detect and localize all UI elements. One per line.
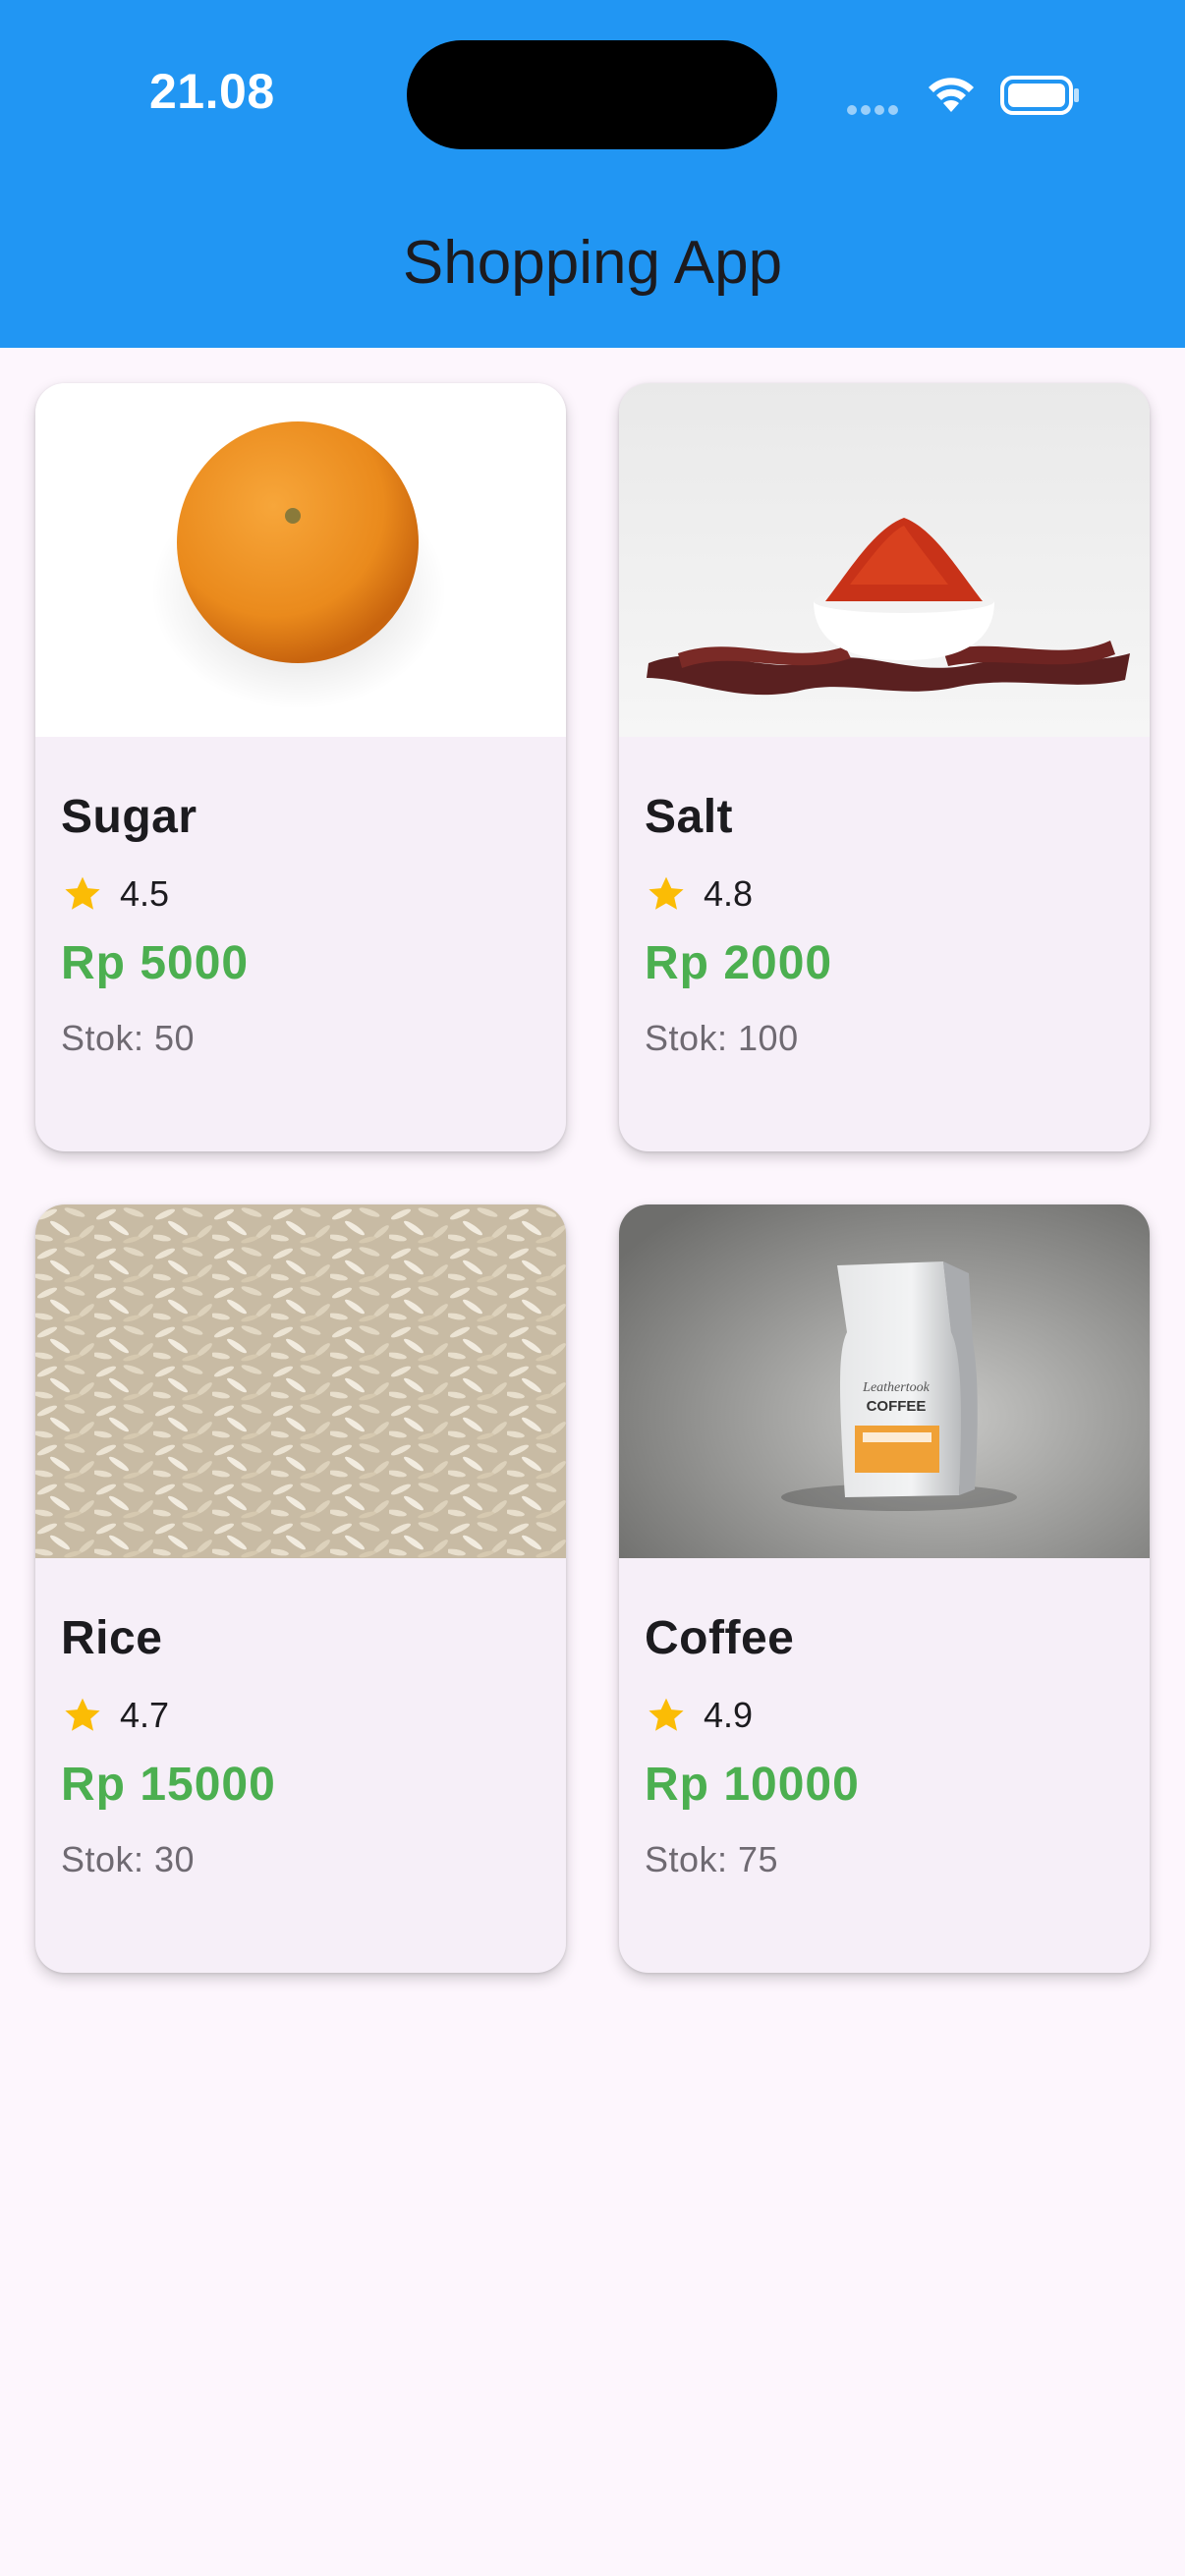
product-stock: Stok: 50 xyxy=(61,1018,196,1058)
product-rating: 4.8 xyxy=(645,870,753,918)
product-image xyxy=(619,383,1150,737)
product-image xyxy=(35,1204,566,1558)
product-stock: Stok: 100 xyxy=(645,1018,799,1058)
product-price: Rp 5000 xyxy=(61,937,250,989)
star-icon xyxy=(649,1698,684,1731)
cellular-signal-icon xyxy=(847,102,908,115)
rating-value: 4.5 xyxy=(120,873,170,914)
product-stock: Stok: 30 xyxy=(61,1839,196,1879)
product-card[interactable]: Leathertook COFFEE Coffee 4.9 Rp 10000 S… xyxy=(619,1204,1150,1973)
wifi-icon xyxy=(929,78,974,112)
battery-icon xyxy=(1000,76,1079,115)
product-card[interactable]: Sugar 4.5 Rp 5000 Stok: 50 xyxy=(35,383,566,1151)
product-price: Rp 15000 xyxy=(61,1759,276,1811)
app-bar: 21.08 Shopping App xyxy=(0,0,1185,348)
app-title: Shopping App xyxy=(402,229,783,297)
product-name: Coffee xyxy=(645,1612,795,1664)
rating-value: 4.7 xyxy=(120,1695,170,1735)
status-time: 21.08 xyxy=(149,64,275,119)
chili-powder-image xyxy=(619,383,1150,737)
star-icon xyxy=(65,1698,100,1731)
dynamic-island xyxy=(407,40,777,149)
product-rating: 4.9 xyxy=(645,1692,753,1739)
product-rating: 4.7 xyxy=(61,1692,169,1739)
product-card[interactable]: Rice 4.7 Rp 15000 Stok: 30 xyxy=(35,1204,566,1973)
product-name: Rice xyxy=(61,1612,163,1664)
product-image xyxy=(35,383,566,737)
product-image: Leathertook COFFEE xyxy=(619,1204,1150,1558)
rating-value: 4.8 xyxy=(704,873,754,914)
svg-text:Leathertook: Leathertook xyxy=(862,1380,930,1395)
rice-grains-image xyxy=(35,1204,566,1558)
product-card[interactable]: Salt 4.8 Rp 2000 Stok: 100 xyxy=(619,383,1150,1151)
product-rating: 4.5 xyxy=(61,870,169,918)
product-price: Rp 2000 xyxy=(645,937,833,989)
coffee-bag-image: Leathertook COFFEE xyxy=(619,1204,1150,1558)
rating-value: 4.9 xyxy=(704,1695,754,1735)
product-stock: Stok: 75 xyxy=(645,1839,779,1879)
star-icon xyxy=(649,876,684,910)
svg-text:COFFEE: COFFEE xyxy=(867,1398,927,1415)
star-icon xyxy=(65,876,100,910)
product-price: Rp 10000 xyxy=(645,1759,860,1811)
product-name: Salt xyxy=(645,791,734,843)
product-name: Sugar xyxy=(61,791,198,843)
orange-image xyxy=(35,383,566,737)
